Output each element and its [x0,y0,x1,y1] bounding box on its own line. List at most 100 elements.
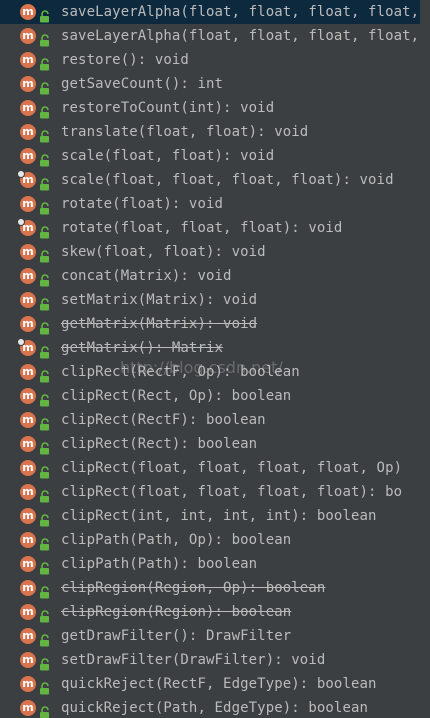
method-icon: m [20,364,36,380]
completion-item[interactable]: m rotate(float): void [0,192,420,216]
completion-item-label: clipPath(Path, Op): boolean [61,532,292,548]
completion-item[interactable]: m translate(float, float): void [0,120,420,144]
public-lock-icon [39,174,51,191]
completion-item-label: rotate(float): void [61,196,224,212]
completion-item-label: scale(float, float): void [61,148,275,164]
completion-item-label: getSaveCount(): int [61,76,224,92]
completion-item[interactable]: m clipRect(RectF): boolean [0,408,420,432]
method-icon: m [20,436,36,452]
public-lock-icon [39,78,51,95]
completion-item-label: clipRect(Rect): boolean [61,436,258,452]
completion-item-label: getMatrix(Matrix): void [61,316,258,332]
method-icon: m [20,100,36,116]
completion-item[interactable]: m clipRegion(Region): boolean [0,600,420,624]
completion-item-label: quickReject(Path, EdgeType): boolean [61,700,369,716]
completion-item[interactable]: m getDrawFilter(): DrawFilter [0,624,420,648]
completion-item[interactable]: m clipPath(Path): boolean [0,552,420,576]
completion-item-label: saveLayerAlpha(float, float, float, floa… [61,4,420,20]
method-icon: m [20,388,36,404]
completion-item-label: restoreToCount(int): void [61,100,275,116]
public-lock-icon [39,366,51,383]
completion-item[interactable]: m concat(Matrix): void [0,264,420,288]
completion-item[interactable]: m saveLayerAlpha(float, float, float, flo… [0,0,420,24]
completion-item[interactable]: m clipRect(float, float, float, float): b… [0,480,420,504]
method-icon: m [20,268,36,284]
completion-item-label: setDrawFilter(DrawFilter): void [61,652,326,668]
completion-item[interactable]: m saveLayerAlpha(float, float, float, flo… [0,24,420,48]
completion-item[interactable]: m scale(float, float): void [0,144,420,168]
public-lock-icon [39,54,51,71]
method-icon: m [20,460,36,476]
method-icon: m [20,124,36,140]
completion-list: m saveLayerAlpha(float, float, float, flo… [0,0,420,718]
scrollbar-thumb[interactable] [422,0,429,718]
completion-item[interactable]: m setMatrix(Matrix): void [0,288,420,312]
public-lock-icon [39,222,51,239]
method-icon: m [20,652,36,668]
completion-item[interactable]: m rotate(float, float, float): void [0,216,420,240]
public-lock-icon [39,630,51,647]
completion-item-label: setMatrix(Matrix): void [61,292,258,308]
completion-item-label: quickReject(RectF, EdgeType): boolean [61,676,377,692]
method-icon: m [20,316,36,332]
public-lock-icon [39,462,51,479]
completion-item-label: clipRect(float, float, float, float): bo [61,484,403,500]
public-lock-icon [39,150,51,167]
public-lock-icon [39,318,51,335]
method-icon: m [17,338,36,356]
public-lock-icon [39,558,51,575]
public-lock-icon [39,582,51,599]
method-icon: m [20,508,36,524]
completion-item[interactable]: m getMatrix(Matrix): void [0,312,420,336]
public-lock-icon [39,294,51,311]
completion-item[interactable]: m getMatrix(): Matrix [0,336,420,360]
completion-item[interactable]: m clipRegion(Region, Op): boolean [0,576,420,600]
completion-item[interactable]: m quickReject(RectF, EdgeType): boolean [0,672,420,696]
completion-item[interactable]: m quickReject(Path, EdgeType): boolean [0,696,420,718]
public-lock-icon [39,486,51,503]
completion-item[interactable]: m restoreToCount(int): void [0,96,420,120]
method-icon: m [17,170,36,188]
public-lock-icon [39,342,51,359]
method-icon: m [20,604,36,620]
method-icon: m [20,580,36,596]
public-lock-icon [39,6,51,23]
completion-item[interactable]: m restore(): void [0,48,420,72]
method-icon: m [20,52,36,68]
completion-item[interactable]: m clipPath(Path, Op): boolean [0,528,420,552]
public-lock-icon [39,534,51,551]
public-lock-icon [39,390,51,407]
completion-item-label: getDrawFilter(): DrawFilter [61,628,292,644]
completion-item[interactable]: m getSaveCount(): int [0,72,420,96]
public-lock-icon [39,30,51,47]
completion-item-label: skew(float, float): void [61,244,266,260]
public-lock-icon [39,678,51,695]
completion-item-label: clipRegion(Region, Op): boolean [61,580,326,596]
scrollbar[interactable] [420,0,430,718]
public-lock-icon [39,702,51,718]
completion-item-label: restore(): void [61,52,189,68]
completion-item-label: clipRect(Rect, Op): boolean [61,388,292,404]
completion-item[interactable]: m setDrawFilter(DrawFilter): void [0,648,420,672]
completion-item[interactable]: m clipRect(float, float, float, float, Op… [0,456,420,480]
completion-item[interactable]: m clipRect(Rect): boolean [0,432,420,456]
completion-item[interactable]: m clipRect(RectF, Op): boolean [0,360,420,384]
public-lock-icon [39,510,51,527]
method-icon: m [20,412,36,428]
method-icon: m [20,484,36,500]
completion-item[interactable]: m scale(float, float, float, float): void [0,168,420,192]
completion-popup: m saveLayerAlpha(float, float, float, flo… [0,0,430,718]
public-lock-icon [39,198,51,215]
public-lock-icon [39,126,51,143]
method-icon: m [20,148,36,164]
completion-item[interactable]: m clipRect(Rect, Op): boolean [0,384,420,408]
completion-item-label: translate(float, float): void [61,124,309,140]
method-icon: m [20,292,36,308]
method-icon: m [20,4,36,20]
public-lock-icon [39,438,51,455]
completion-item-label: getMatrix(): Matrix [61,340,224,356]
method-icon: m [20,532,36,548]
completion-item[interactable]: m clipRect(int, int, int, int): boolean [0,504,420,528]
completion-item[interactable]: m skew(float, float): void [0,240,420,264]
public-lock-icon [39,102,51,119]
